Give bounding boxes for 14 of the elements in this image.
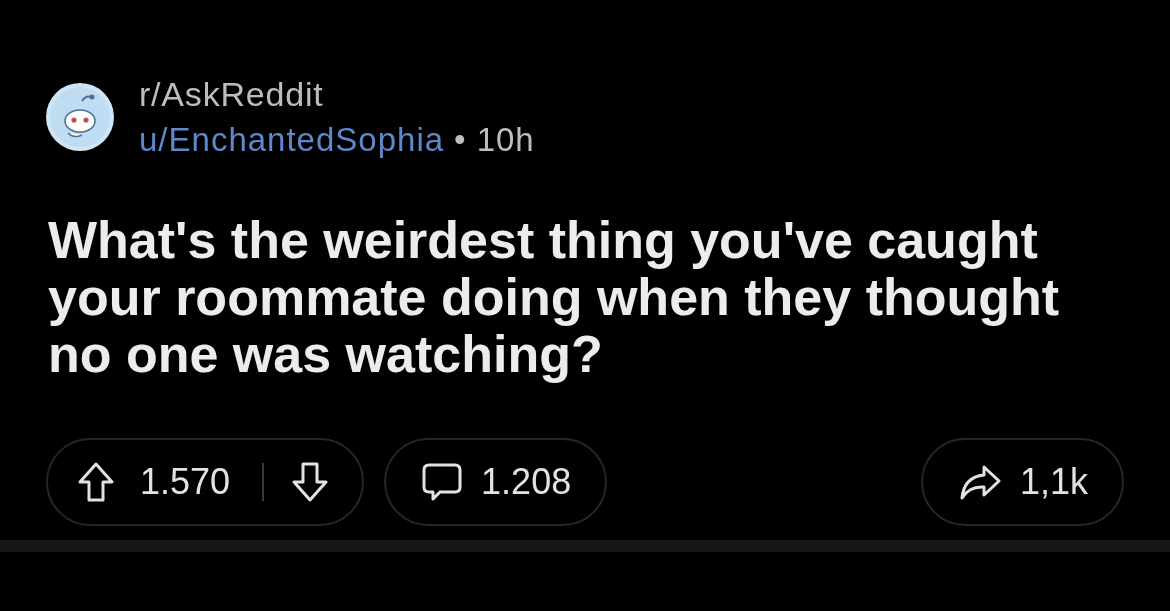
downvote-arrow-icon <box>292 462 329 502</box>
share-arrow-icon <box>958 464 1001 500</box>
post-age: 10h <box>476 120 535 160</box>
upvote-arrow-icon <box>78 462 114 502</box>
vote-count: 1.570 <box>140 461 231 503</box>
subreddit-link[interactable]: r/AskReddit <box>139 72 324 117</box>
avatar-icon <box>46 83 114 151</box>
author-link[interactable]: u/EnchantedSophia <box>139 117 445 162</box>
share-button[interactable]: 1,1k <box>920 438 1124 526</box>
separator-dot: • <box>454 120 467 160</box>
comments-button[interactable]: 1.208 <box>384 438 608 526</box>
speech-bubble-icon <box>422 462 463 502</box>
upvote-button[interactable]: 1.570 <box>48 440 231 524</box>
post-title: What's the weirdest thing you've caught your roommate doing when they thought no one was watching? <box>48 212 1061 383</box>
